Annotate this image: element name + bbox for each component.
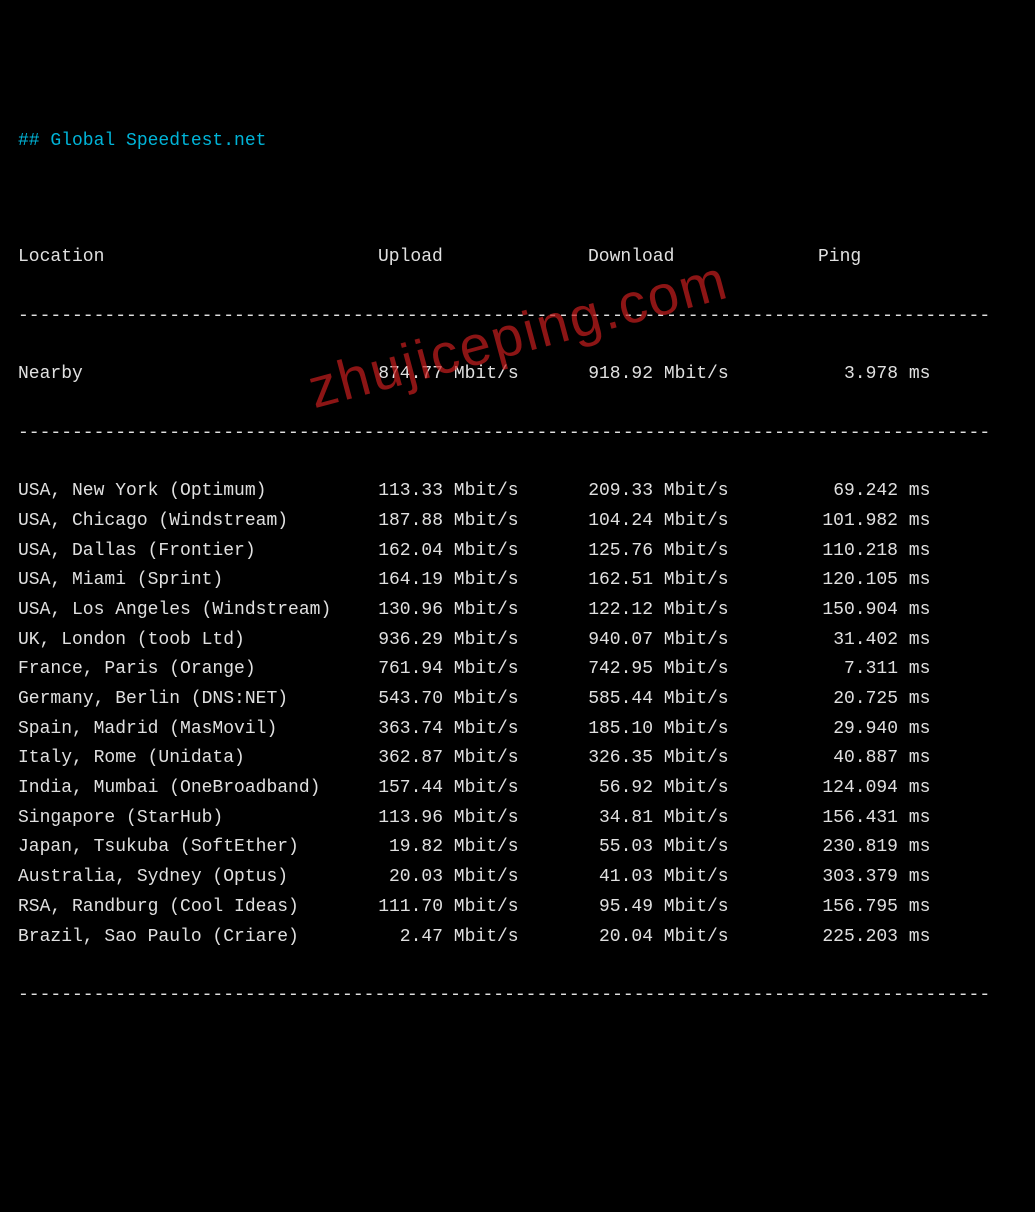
table-row: RSA, Randburg (Cool Ideas)111.70 Mbit/s9… [18, 893, 1017, 923]
cell-upload: 187.88 Mbit/s [378, 507, 588, 537]
cell-location: USA, Miami (Sprint) [18, 566, 378, 596]
cell-ping: 230.819 ms [818, 833, 930, 863]
cell-location: USA, New York (Optimum) [18, 477, 378, 507]
cell-ping: 110.218 ms [818, 537, 930, 567]
cell-upload: 874.77 Mbit/s [378, 360, 588, 390]
cell-location: RSA, Randburg (Cool Ideas) [18, 893, 378, 923]
cell-download: 125.76 Mbit/s [588, 537, 818, 567]
cell-ping: 150.904 ms [818, 596, 930, 626]
cell-download: 41.03 Mbit/s [588, 863, 818, 893]
data-rows: USA, New York (Optimum)113.33 Mbit/s209.… [18, 477, 1017, 952]
table-row: India, Mumbai (OneBroadband)157.44 Mbit/… [18, 774, 1017, 804]
cell-upload: 936.29 Mbit/s [378, 626, 588, 656]
table-row: Japan, Tsukuba (SoftEther)19.82 Mbit/s55… [18, 833, 1017, 863]
cell-download: 162.51 Mbit/s [588, 566, 818, 596]
table-row: Italy, Rome (Unidata)362.87 Mbit/s326.35… [18, 744, 1017, 774]
section-title: ## Global Speedtest.net [18, 127, 1017, 156]
cell-ping: 225.203 ms [818, 923, 930, 953]
cell-location: USA, Dallas (Frontier) [18, 537, 378, 567]
cell-ping: 40.887 ms [818, 744, 930, 774]
cell-location: USA, Los Angeles (Windstream) [18, 596, 378, 626]
divider-line: ----------------------------------------… [18, 981, 1017, 1011]
cell-upload: 2.47 Mbit/s [378, 923, 588, 953]
cell-download: 122.12 Mbit/s [588, 596, 818, 626]
cell-location: France, Paris (Orange) [18, 655, 378, 685]
cell-download: 185.10 Mbit/s [588, 715, 818, 745]
cell-upload: 157.44 Mbit/s [378, 774, 588, 804]
cell-upload: 113.96 Mbit/s [378, 804, 588, 834]
cell-download: 56.92 Mbit/s [588, 774, 818, 804]
cell-ping: 3.978 ms [818, 360, 930, 390]
cell-ping: 124.094 ms [818, 774, 930, 804]
table-row: Australia, Sydney (Optus)20.03 Mbit/s41.… [18, 863, 1017, 893]
cell-ping: 303.379 ms [818, 863, 930, 893]
col-header-ping: Ping [818, 243, 861, 273]
cell-download: 104.24 Mbit/s [588, 507, 818, 537]
cell-download: 918.92 Mbit/s [588, 360, 818, 390]
table-row: Germany, Berlin (DNS:NET)543.70 Mbit/s58… [18, 685, 1017, 715]
cell-upload: 164.19 Mbit/s [378, 566, 588, 596]
cell-location: Nearby [18, 360, 378, 390]
table-row: Spain, Madrid (MasMovil)363.74 Mbit/s185… [18, 715, 1017, 745]
col-header-location: Location [18, 243, 378, 273]
cell-upload: 111.70 Mbit/s [378, 893, 588, 923]
cell-upload: 19.82 Mbit/s [378, 833, 588, 863]
cell-ping: 101.982 ms [818, 507, 930, 537]
col-header-upload: Upload [378, 243, 588, 273]
cell-download: 742.95 Mbit/s [588, 655, 818, 685]
cell-upload: 543.70 Mbit/s [378, 685, 588, 715]
cell-download: 95.49 Mbit/s [588, 893, 818, 923]
cell-download: 209.33 Mbit/s [588, 477, 818, 507]
blank-line [18, 185, 1017, 215]
cell-download: 34.81 Mbit/s [588, 804, 818, 834]
cell-location: UK, London (toob Ltd) [18, 626, 378, 656]
table-row: USA, Chicago (Windstream)187.88 Mbit/s10… [18, 507, 1017, 537]
cell-ping: 31.402 ms [818, 626, 930, 656]
cell-location: Australia, Sydney (Optus) [18, 863, 378, 893]
cell-download: 55.03 Mbit/s [588, 833, 818, 863]
cell-upload: 130.96 Mbit/s [378, 596, 588, 626]
cell-upload: 761.94 Mbit/s [378, 655, 588, 685]
cell-upload: 362.87 Mbit/s [378, 744, 588, 774]
cell-ping: 156.795 ms [818, 893, 930, 923]
cell-upload: 162.04 Mbit/s [378, 537, 588, 567]
cell-download: 326.35 Mbit/s [588, 744, 818, 774]
col-header-download: Download [588, 243, 818, 273]
cell-upload: 363.74 Mbit/s [378, 715, 588, 745]
cell-upload: 20.03 Mbit/s [378, 863, 588, 893]
cell-location: Singapore (StarHub) [18, 804, 378, 834]
cell-ping: 69.242 ms [818, 477, 930, 507]
cell-ping: 29.940 ms [818, 715, 930, 745]
divider-line: ----------------------------------------… [18, 302, 1017, 332]
cell-location: Spain, Madrid (MasMovil) [18, 715, 378, 745]
cell-upload: 113.33 Mbit/s [378, 477, 588, 507]
table-row: Brazil, Sao Paulo (Criare)2.47 Mbit/s20.… [18, 923, 1017, 953]
cell-ping: 20.725 ms [818, 685, 930, 715]
table-row: UK, London (toob Ltd)936.29 Mbit/s940.07… [18, 626, 1017, 656]
cell-location: Japan, Tsukuba (SoftEther) [18, 833, 378, 863]
cell-download: 940.07 Mbit/s [588, 626, 818, 656]
cell-location: Germany, Berlin (DNS:NET) [18, 685, 378, 715]
cell-location: USA, Chicago (Windstream) [18, 507, 378, 537]
cell-location: Brazil, Sao Paulo (Criare) [18, 923, 378, 953]
cell-download: 20.04 Mbit/s [588, 923, 818, 953]
table-row: USA, Dallas (Frontier)162.04 Mbit/s125.7… [18, 537, 1017, 567]
table-row: Singapore (StarHub)113.96 Mbit/s34.81 Mb… [18, 804, 1017, 834]
cell-location: India, Mumbai (OneBroadband) [18, 774, 378, 804]
cell-download: 585.44 Mbit/s [588, 685, 818, 715]
divider-line: ----------------------------------------… [18, 419, 1017, 449]
table-row: USA, Los Angeles (Windstream)130.96 Mbit… [18, 596, 1017, 626]
table-row: USA, Miami (Sprint)164.19 Mbit/s162.51 M… [18, 566, 1017, 596]
cell-ping: 120.105 ms [818, 566, 930, 596]
table-row: France, Paris (Orange)761.94 Mbit/s742.9… [18, 655, 1017, 685]
cell-ping: 7.311 ms [818, 655, 930, 685]
cell-location: Italy, Rome (Unidata) [18, 744, 378, 774]
table-row: USA, New York (Optimum)113.33 Mbit/s209.… [18, 477, 1017, 507]
header-row: LocationUploadDownloadPing [18, 243, 1017, 273]
nearby-row: Nearby874.77 Mbit/s918.92 Mbit/s3.978 ms [18, 360, 1017, 390]
cell-ping: 156.431 ms [818, 804, 930, 834]
